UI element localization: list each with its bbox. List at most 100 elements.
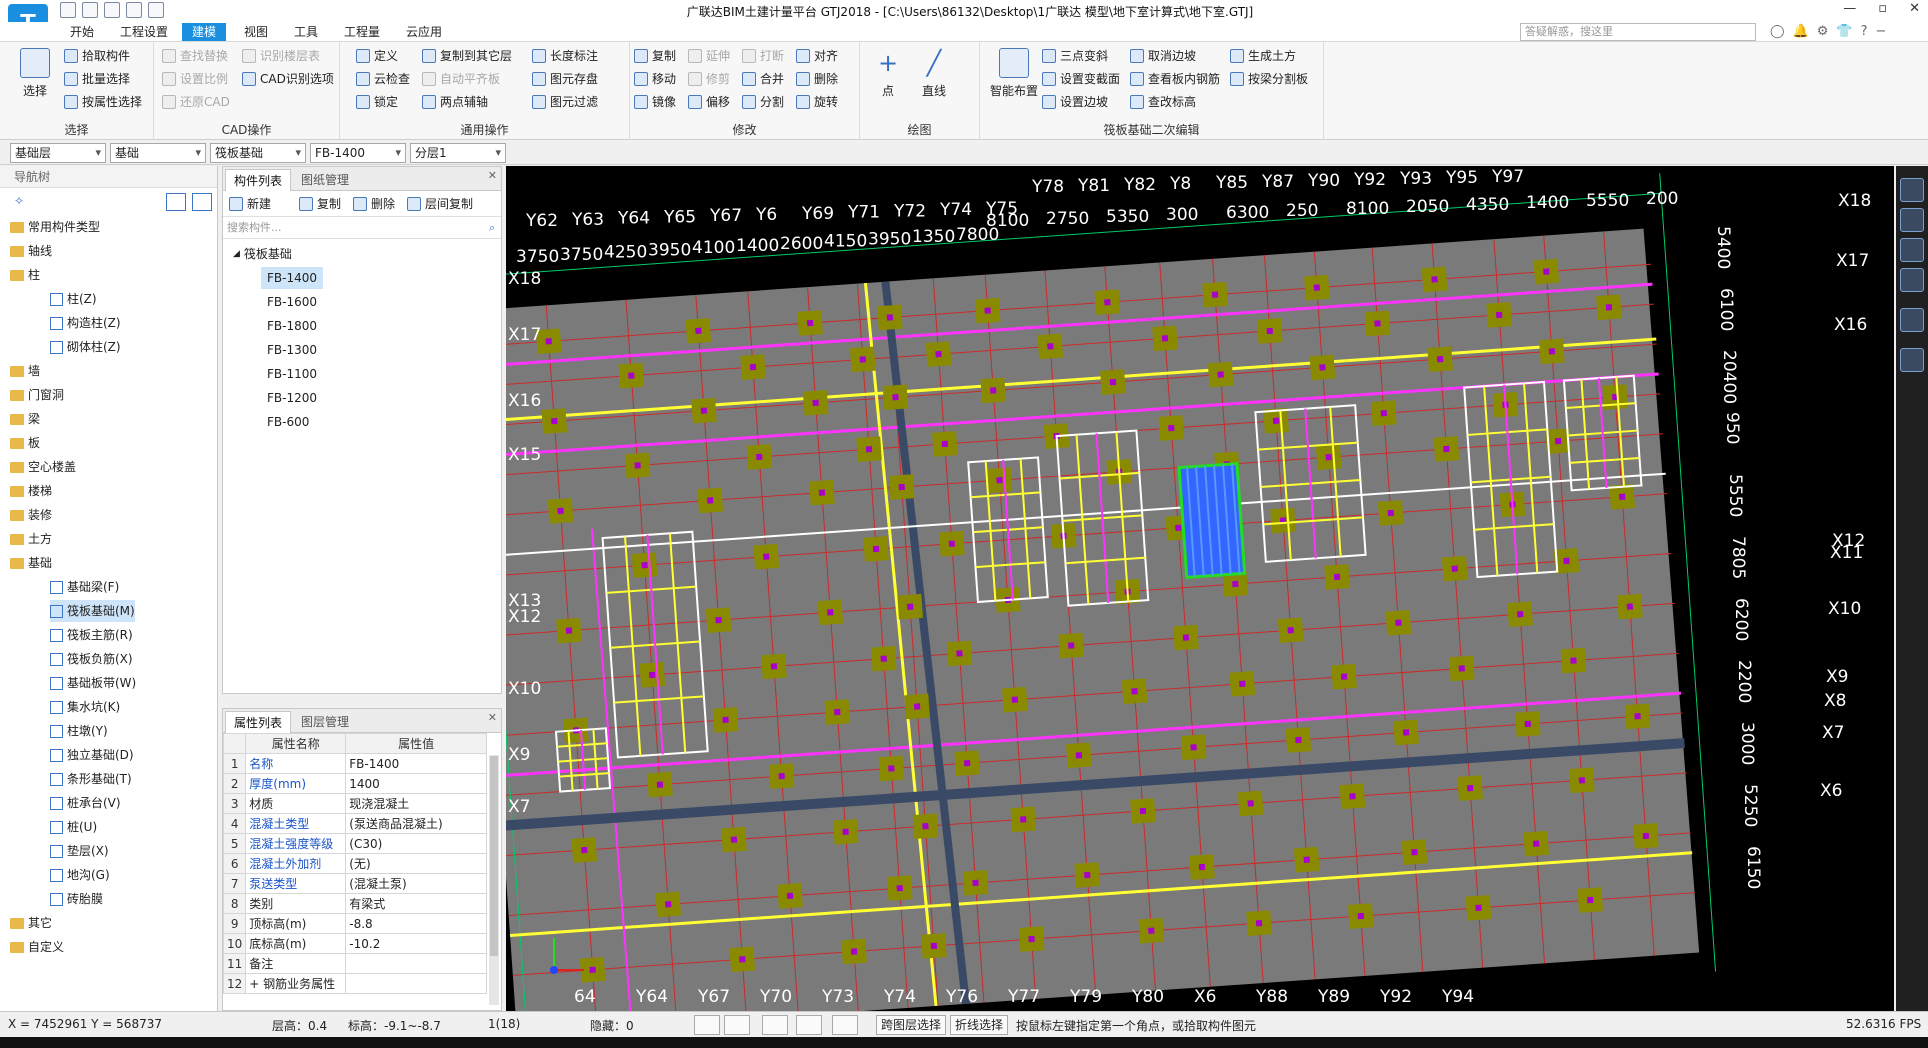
property-row[interactable]: 8 类别 有梁式	[222, 893, 487, 914]
property-value[interactable]: -8.8	[345, 913, 487, 934]
copy-button[interactable]: 复制	[634, 46, 676, 66]
nav-item[interactable]: 垫层(X)	[50, 840, 109, 862]
maximize-button[interactable]: ▫	[1878, 1, 1887, 16]
collapse-ribbon-icon[interactable]: −	[1876, 24, 1887, 39]
draw-point-button[interactable]: + 点	[868, 48, 908, 99]
component-list-item[interactable]: FB-1100	[261, 363, 323, 385]
view-3d-icon[interactable]	[1900, 208, 1924, 232]
nav-item[interactable]: 砖胎膜	[50, 888, 103, 910]
new-file-icon[interactable]	[60, 2, 76, 18]
component-list-item[interactable]: FB-600	[261, 411, 315, 433]
nav-item[interactable]: 桩(U)	[50, 816, 97, 838]
close-icon[interactable]: ✕	[488, 169, 497, 182]
pin-icon[interactable]: ✧	[14, 194, 24, 208]
nav-item[interactable]: 集水坑(K)	[50, 696, 120, 718]
merge-button[interactable]: 合并	[742, 69, 784, 89]
property-value[interactable]	[345, 953, 487, 974]
property-row[interactable]: 6 混凝土外加剂 (无)	[222, 853, 487, 874]
nav-item[interactable]: 地沟(G)	[50, 864, 110, 886]
tab-property-list[interactable]: 属性列表	[225, 711, 292, 733]
component-list-item[interactable]: FB-1800	[261, 315, 323, 337]
nav-folder[interactable]: 板	[10, 432, 40, 454]
user-icon[interactable]: ◯	[1770, 24, 1785, 39]
nav-folder[interactable]: 常用构件类型	[10, 216, 100, 238]
sublayer-select[interactable]: 分层1	[410, 143, 506, 163]
copy-between-floors-button[interactable]: 层间复制	[407, 194, 473, 214]
snap-toggle-icon[interactable]	[724, 1015, 750, 1035]
property-value[interactable]: -10.2	[345, 933, 487, 954]
nav-item[interactable]: 桩承台(V)	[50, 792, 121, 814]
nav-folder[interactable]: 柱	[10, 264, 40, 286]
find-replace-button[interactable]: 查找替换	[162, 46, 228, 66]
dynamic-input-icon[interactable]	[762, 1015, 788, 1035]
top-view-icon[interactable]	[1900, 238, 1924, 262]
three-point-slope-button[interactable]: 三点变斜	[1042, 46, 1108, 66]
menu-modeling[interactable]: 建模	[182, 23, 227, 41]
element-save-button[interactable]: 图元存盘	[532, 69, 598, 89]
draw-line-button[interactable]: ╱ 直线	[914, 48, 954, 99]
cancel-edge-slope-button[interactable]: 取消边坡	[1130, 46, 1196, 66]
property-value[interactable]: (无)	[345, 853, 487, 874]
type-select[interactable]: 筏板基础	[210, 143, 306, 163]
tab-layer-management[interactable]: 图层管理	[293, 711, 357, 733]
property-row[interactable]: 12 + 钢筋业务属性	[222, 973, 487, 994]
property-value[interactable]: (C30)	[345, 833, 487, 854]
component-list-item[interactable]: FB-1300	[261, 339, 323, 361]
nav-folder[interactable]: 梁	[10, 408, 40, 430]
polyline-select-button[interactable]: 折线选择	[950, 1015, 1009, 1035]
define-button[interactable]: 定义	[356, 46, 398, 66]
property-row[interactable]: 5 混凝土强度等级 (C30)	[222, 833, 487, 854]
delete-button[interactable]: 删除	[796, 69, 838, 89]
open-file-icon[interactable]	[82, 2, 98, 18]
tab-component-list[interactable]: 构件列表	[225, 169, 292, 191]
nav-folder[interactable]: 轴线	[10, 240, 52, 262]
copy-to-other-floor-button[interactable]: 复制到其它层	[422, 46, 512, 66]
set-edge-slope-button[interactable]: 设置边坡	[1042, 92, 1108, 112]
component-group-raft[interactable]: ◢ 筏板基础	[233, 243, 292, 265]
property-value[interactable]: FB-1400	[345, 753, 487, 774]
split-button[interactable]: 分割	[742, 92, 784, 112]
minimize-button[interactable]: —	[1843, 1, 1856, 16]
component-list-item[interactable]: FB-1400	[261, 267, 324, 289]
nav-folder[interactable]: 自定义	[10, 936, 64, 958]
angle-snap-icon[interactable]	[796, 1015, 822, 1035]
nav-item[interactable]: 柱墩(Y)	[50, 720, 108, 742]
layers-icon[interactable]	[1900, 348, 1924, 372]
bell-icon[interactable]: 🔔	[1793, 24, 1809, 39]
search-icon[interactable]: ⌕	[489, 217, 495, 239]
nav-item[interactable]: 柱(Z)	[50, 288, 97, 310]
align-button[interactable]: 对齐	[796, 46, 838, 66]
view-slab-rebar-button[interactable]: 查看板内钢筋	[1130, 69, 1220, 89]
cad-drawing[interactable]: Y62 Y63 Y64 Y65 Y67 Y6 Y69 Y71 Y72 Y74 Y75Y78 Y81 Y8…	[506, 166, 1894, 1011]
property-row[interactable]: 2 厚度(mm) 1400	[222, 773, 487, 794]
component-list-item[interactable]: FB-1600	[261, 291, 323, 313]
refresh-icon[interactable]	[1900, 308, 1924, 332]
nav-item[interactable]: 基础梁(F)	[50, 576, 119, 598]
component-list-item[interactable]: FB-1200	[261, 387, 323, 409]
cube-icon[interactable]	[1900, 268, 1924, 292]
restore-cad-button[interactable]: 还原CAD	[162, 92, 230, 112]
nav-item[interactable]: 筏板负筋(X)	[50, 648, 133, 670]
cad-options-button[interactable]: CAD识别选项	[242, 69, 334, 89]
help-icon[interactable]: ?	[1861, 24, 1868, 39]
ortho-toggle-icon[interactable]	[694, 1015, 720, 1035]
close-button[interactable]: ✕	[1909, 1, 1920, 16]
drawing-canvas[interactable]: Y62 Y63 Y64 Y65 Y67 Y6 Y69 Y71 Y72 Y74 Y75 Y78 Y81 Y8…	[506, 166, 1894, 1011]
nav-item[interactable]: 独立基础(D)	[50, 744, 134, 766]
grid-view-icon[interactable]	[192, 193, 212, 211]
menu-quantities[interactable]: 工程量	[334, 23, 390, 41]
nav-item[interactable]: 筏板主筋(R)	[50, 624, 133, 646]
mirror-button[interactable]: 镜像	[634, 92, 676, 112]
element-filter-button[interactable]: 图元过滤	[532, 92, 598, 112]
smart-layout-button[interactable]: 智能布置	[986, 48, 1042, 99]
cloud-check-button[interactable]: 云检查	[356, 69, 410, 89]
property-row[interactable]: 9 顶标高(m) -8.8	[222, 913, 487, 934]
select-by-attribute-button[interactable]: 按属性选择	[64, 92, 142, 112]
close-icon[interactable]: ✕	[488, 711, 497, 724]
length-dimension-button[interactable]: 长度标注	[532, 46, 598, 66]
settings-icon[interactable]: ⚙	[1817, 24, 1829, 39]
shirt-icon[interactable]: 👕	[1836, 24, 1852, 39]
property-value[interactable]: 1400	[345, 773, 487, 794]
new-component-button[interactable]: 新建	[229, 194, 271, 214]
property-row[interactable]: 7 泵送类型 (混凝土泵)	[222, 873, 487, 894]
